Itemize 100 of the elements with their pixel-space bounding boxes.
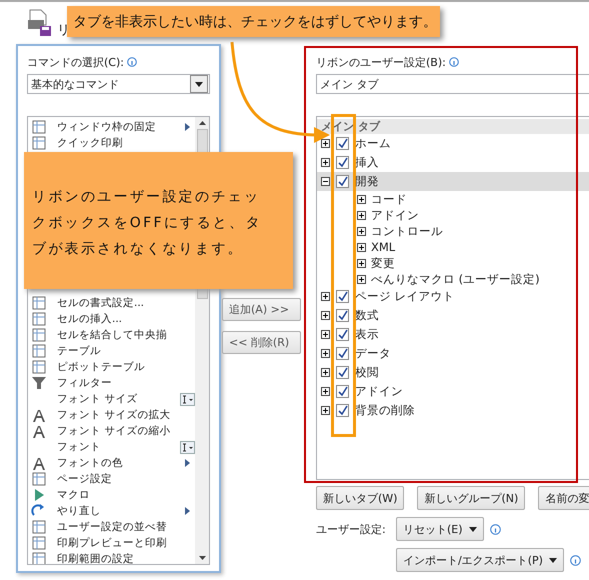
tab-item[interactable]: 背景の削除	[317, 401, 589, 420]
group-item[interactable]: XML	[317, 239, 589, 255]
printer-icon	[27, 9, 53, 37]
expander-icon[interactable]	[357, 210, 366, 220]
commands-label: コマンドの選択(C):	[27, 54, 124, 70]
expander-icon[interactable]	[321, 158, 330, 167]
checkbox[interactable]	[336, 347, 349, 360]
tab-item[interactable]: データ	[317, 344, 589, 363]
group-item[interactable]: コントロール	[317, 223, 589, 239]
expander-icon[interactable]	[321, 368, 330, 377]
expander-icon[interactable]	[357, 194, 366, 204]
transfer-button[interactable]: 追加(A) >>	[222, 298, 301, 321]
checkbox[interactable]	[336, 156, 349, 169]
group-item[interactable]: べんりなマクロ (ユーザー設定)	[317, 271, 589, 287]
caret-icon	[195, 82, 203, 86]
info-icon	[448, 57, 459, 67]
tab-action-button[interactable]: 新しいタブ(W)	[316, 486, 404, 510]
tab-item[interactable]: 校閲	[317, 363, 589, 382]
expander-icon[interactable]	[357, 258, 366, 268]
command-icon	[31, 135, 47, 151]
checkbox[interactable]	[336, 385, 349, 398]
expander-icon[interactable]	[321, 139, 330, 148]
command-item[interactable]: セルを結合して中央揃	[28, 327, 195, 343]
command-item[interactable]: フォント サイズ	[28, 391, 195, 407]
command-icon	[31, 119, 47, 135]
submenu-arrow-icon	[184, 507, 190, 515]
scroll-up-icon[interactable]	[198, 121, 206, 125]
submenu-arrow-icon	[184, 459, 190, 467]
tab-item[interactable]: ホーム	[317, 134, 589, 153]
expander-icon[interactable]	[357, 274, 366, 284]
command-icon	[31, 519, 47, 535]
command-icon	[31, 327, 47, 343]
tab-action-button[interactable]: 新しいグループ(N)	[417, 486, 526, 510]
checkbox[interactable]	[336, 309, 349, 322]
tab-action-button[interactable]: 名前の変	[538, 486, 589, 510]
checkbox[interactable]	[336, 175, 349, 188]
group-item[interactable]: アドイン	[317, 207, 589, 223]
expander-icon[interactable]	[321, 292, 330, 301]
command-item[interactable]: フォント サイズの拡大	[28, 407, 195, 423]
transfer-button[interactable]: << 削除(R)	[222, 331, 301, 354]
command-icon	[31, 535, 47, 551]
expander-icon[interactable]	[321, 330, 330, 339]
command-icon	[31, 455, 47, 471]
caret-icon	[548, 558, 557, 562]
checkbox[interactable]	[336, 328, 349, 341]
expander-icon[interactable]	[357, 242, 366, 252]
expander-icon[interactable]	[321, 349, 330, 358]
callout-tooltip: リボンのユーザー設定のチェックボックスをOFFにすると、タブが表示されなくなります。	[24, 152, 293, 289]
command-item[interactable]: クイック印刷	[28, 135, 195, 151]
expander-icon[interactable]	[321, 406, 330, 415]
combo-icon	[180, 440, 194, 454]
expander-icon[interactable]	[321, 311, 330, 320]
checkbox[interactable]	[336, 137, 349, 150]
tab-item[interactable]: 挿入	[317, 153, 589, 172]
command-item[interactable]: ページ設定	[28, 471, 195, 487]
checkbox[interactable]	[336, 366, 349, 379]
ribbon-dropdown[interactable]: メイン タブ	[316, 74, 589, 94]
customize-label: ユーザー設定:	[316, 522, 387, 536]
tab-item[interactable]: ページ レイアウト	[317, 287, 589, 306]
info-icon	[126, 57, 137, 67]
command-icon	[31, 423, 47, 439]
submenu-arrow-icon	[184, 123, 190, 131]
command-item[interactable]: フォント サイズの縮小	[28, 423, 195, 439]
command-item[interactable]: フォントの色	[28, 455, 195, 471]
checkbox[interactable]	[336, 290, 349, 303]
tab-item[interactable]: 数式	[317, 306, 589, 325]
tab-item[interactable]: アドイン	[317, 382, 589, 401]
command-dropdown[interactable]: 基本的なコマンド	[27, 74, 210, 94]
import-export-button[interactable]: インポート/エクスポート(P)	[396, 548, 564, 572]
command-icon	[31, 359, 47, 375]
command-item[interactable]: ピボットテーブル	[28, 359, 195, 375]
combo-icon	[180, 392, 194, 406]
dialog-title: リ	[57, 22, 70, 39]
group-item[interactable]: コード	[317, 191, 589, 207]
command-item[interactable]: マクロ	[28, 487, 195, 503]
info-icon	[490, 524, 501, 534]
command-item[interactable]: ユーザー設定の並べ替	[28, 519, 195, 535]
command-item[interactable]: ウィンドウ枠の固定	[28, 119, 195, 135]
callout-tooltip: タブを非表示したい時は、チェックをはずしてやります。	[67, 6, 440, 37]
command-icon	[31, 551, 47, 564]
checkbox[interactable]	[336, 404, 349, 417]
command-icon	[31, 375, 47, 391]
command-item[interactable]: 印刷範囲の設定	[28, 551, 195, 564]
command-icon	[31, 471, 47, 487]
command-item[interactable]: セルの書式設定...	[28, 295, 195, 311]
group-item[interactable]: 変更	[317, 255, 589, 271]
command-item[interactable]: 印刷プレビューと印刷	[28, 535, 195, 551]
scroll-down-icon[interactable]	[198, 556, 206, 560]
command-item[interactable]: フォント	[28, 439, 195, 455]
command-item[interactable]: テーブル	[28, 343, 195, 359]
reset-button[interactable]: リセット(E)	[396, 517, 484, 541]
expander-icon[interactable]	[321, 387, 330, 396]
command-icon	[31, 311, 47, 327]
command-icon	[31, 343, 47, 359]
command-item[interactable]: フィルター	[28, 375, 195, 391]
command-item[interactable]: セルの挿入...	[28, 311, 195, 327]
command-item[interactable]: やり直し	[28, 503, 195, 519]
expander-icon[interactable]	[321, 177, 330, 186]
tab-item[interactable]: 表示	[317, 325, 589, 344]
expander-icon[interactable]	[357, 226, 366, 236]
